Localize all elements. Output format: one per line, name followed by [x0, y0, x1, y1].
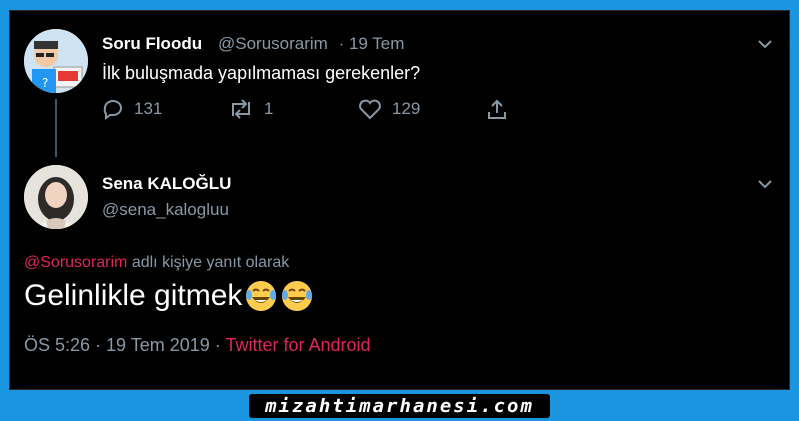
share-icon [488, 99, 506, 119]
tweet-date: · 19 Tem [338, 34, 405, 53]
thread-connector [55, 99, 57, 157]
tweet-text: Gelinlikle gitmek [24, 279, 314, 313]
display-name[interactable]: Soru Floodu [102, 34, 202, 54]
heart-icon [359, 99, 381, 120]
retweet-button[interactable]: 1 [228, 97, 273, 121]
watermark-text: mizahtimarhanesi.com [249, 394, 550, 418]
reply-button[interactable]: 131 [102, 97, 162, 121]
reply-suffix: adlı kişiye yanıt olarak [127, 254, 290, 271]
tweet-metadata: ÖS 5:26 · 19 Tem 2019 · Twitter for Andr… [24, 335, 371, 356]
user-handle[interactable]: @sena_kalogluu [102, 200, 229, 220]
chevron-down-icon[interactable] [758, 179, 772, 189]
share-button[interactable] [486, 97, 518, 121]
avatar[interactable] [24, 165, 88, 229]
like-button[interactable]: 129 [358, 97, 420, 121]
user-handle[interactable]: @Sorusorarim · 19 Tem [218, 34, 404, 54]
display-name[interactable]: Sena KALOĞLU [102, 174, 231, 194]
watermark-bar: mizahtimarhanesi.com [0, 391, 799, 421]
tears-of-joy-emoji-icon [282, 281, 313, 311]
retweet-count: 1 [264, 99, 274, 118]
reply-icon [103, 100, 122, 120]
tears-of-joy-emoji-icon [246, 281, 277, 311]
reply-count: 131 [134, 99, 163, 118]
reply-context: @Sorusorarim adlı kişiye yanıt olarak [24, 254, 289, 272]
tweet-timestamp[interactable]: ÖS 5:26 · 19 Tem 2019 · [24, 335, 225, 355]
tweet-text: İlk buluşmada yapılmaması gerekenler? [102, 63, 421, 83]
like-count: 129 [392, 99, 421, 118]
mention-link[interactable]: @Sorusorarim [24, 254, 127, 271]
tweet-source-link[interactable]: Twitter for Android [225, 335, 370, 355]
tweet-thread-card: ? Soru Floodu @Sorusorarim · 19 Tem İlk … [9, 10, 790, 390]
avatar[interactable]: ? [24, 29, 88, 93]
svg-text:?: ? [42, 76, 48, 90]
chevron-down-icon[interactable] [758, 39, 772, 49]
user-handle-text: @Sorusorarim [218, 34, 328, 53]
retweet-icon [232, 99, 250, 119]
tweet-text-content: Gelinlikle gitmek [24, 279, 243, 312]
